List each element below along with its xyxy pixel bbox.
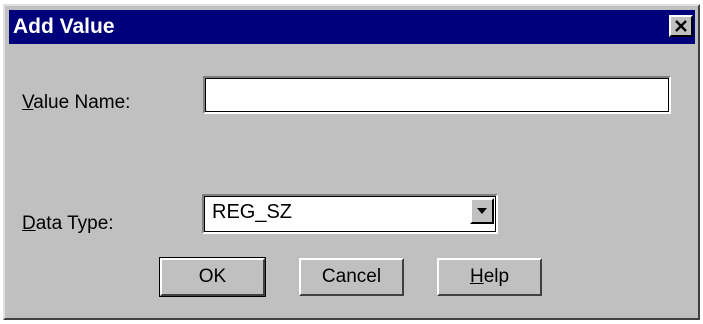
- data-type-dropdown-button[interactable]: [470, 198, 494, 224]
- data-type-select[interactable]: REG_SZ: [202, 194, 498, 234]
- add-value-dialog: Add Value Value Name: Data Type: REG_SZ …: [3, 4, 700, 320]
- value-name-mnemonic: V: [22, 92, 34, 113]
- help-mnemonic: H: [469, 266, 484, 287]
- help-label-text: elp: [483, 266, 510, 287]
- data-type-mnemonic: D: [22, 213, 36, 234]
- title-bar[interactable]: Add Value: [9, 10, 695, 44]
- data-type-label-text: ata Type:: [35, 213, 114, 234]
- close-button[interactable]: [669, 15, 693, 37]
- data-type-selected-value: REG_SZ: [212, 201, 293, 223]
- window-title: Add Value: [13, 15, 115, 38]
- value-name-label-text: alue Name:: [33, 92, 131, 113]
- ok-button[interactable]: OK: [159, 257, 266, 297]
- chevron-down-icon: [477, 208, 487, 214]
- help-button-label: Help: [470, 266, 509, 288]
- cancel-button[interactable]: Cancel: [299, 258, 404, 296]
- ok-button-label: OK: [198, 266, 227, 287]
- data-type-label: Data Type:: [22, 213, 114, 235]
- close-icon: [675, 20, 687, 32]
- value-name-label: Value Name:: [22, 92, 130, 114]
- help-button[interactable]: Help: [437, 258, 542, 296]
- value-name-input[interactable]: [203, 76, 671, 114]
- cancel-button-label: Cancel: [321, 266, 382, 287]
